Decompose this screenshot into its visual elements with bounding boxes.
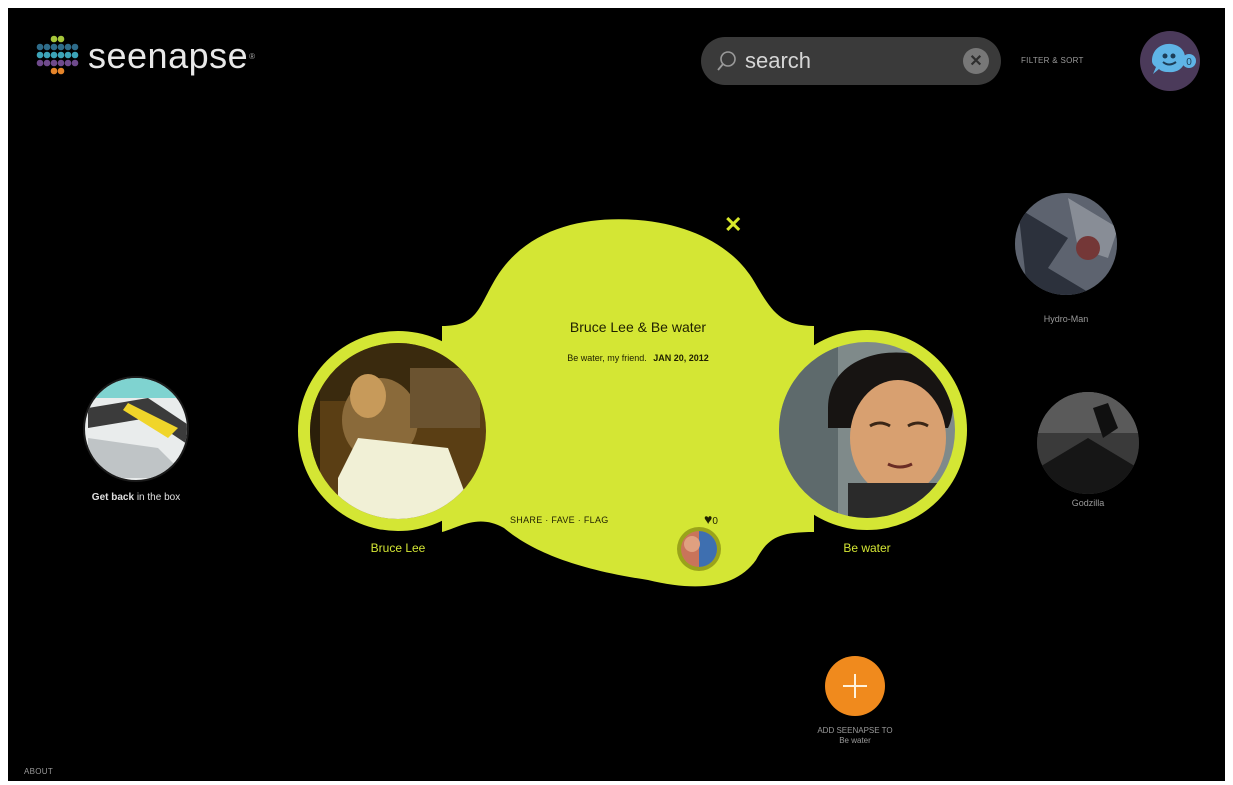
- node-label-get-back-rest: in the box: [136, 492, 181, 503]
- node-get-back-in-the-box[interactable]: [78, 368, 198, 488]
- node-label-be-water[interactable]: Be water: [807, 541, 927, 555]
- seenapse-date: JAN 20, 2012: [653, 353, 709, 363]
- add-caption-line2: Be water: [839, 736, 871, 745]
- node-godzilla[interactable]: [1028, 388, 1148, 508]
- node-label-bruce-lee[interactable]: Bruce Lee: [338, 541, 458, 555]
- app-canvas: seenapse ® ✕ FILTER & SORT 0: [8, 8, 1225, 781]
- seenapse-bubble: [78, 188, 1148, 587]
- node-label-get-back-bold: Get back: [91, 492, 135, 503]
- seenapse-title: Bruce Lee & Be water: [569, 319, 707, 335]
- add-seenapse-caption: ADD SEENAPSE TO Be water: [778, 726, 932, 746]
- seenapse-subtitle: Be water, my friend. JAN 20, 2012: [498, 353, 778, 363]
- fave-counter[interactable]: ♥0: [704, 511, 718, 527]
- seenapse-actions[interactable]: SHARE · FAVE · FLAG: [510, 515, 609, 525]
- node-hydro-man[interactable]: [1008, 188, 1128, 308]
- fave-count: 0: [712, 516, 718, 527]
- node-label-get-back[interactable]: Get back in the box: [76, 492, 196, 504]
- plus-icon: [843, 674, 867, 698]
- add-seenapse-button[interactable]: [825, 656, 885, 716]
- about-link[interactable]: ABOUT: [24, 767, 53, 776]
- close-icon[interactable]: ✕: [724, 214, 742, 236]
- add-caption-line1: ADD SEENAPSE TO: [817, 726, 893, 735]
- seenapse-description: Be water, my friend.: [567, 353, 647, 363]
- node-label-godzilla[interactable]: Godzilla: [1030, 498, 1146, 508]
- node-label-hydro-man[interactable]: Hydro-Man: [1008, 314, 1124, 324]
